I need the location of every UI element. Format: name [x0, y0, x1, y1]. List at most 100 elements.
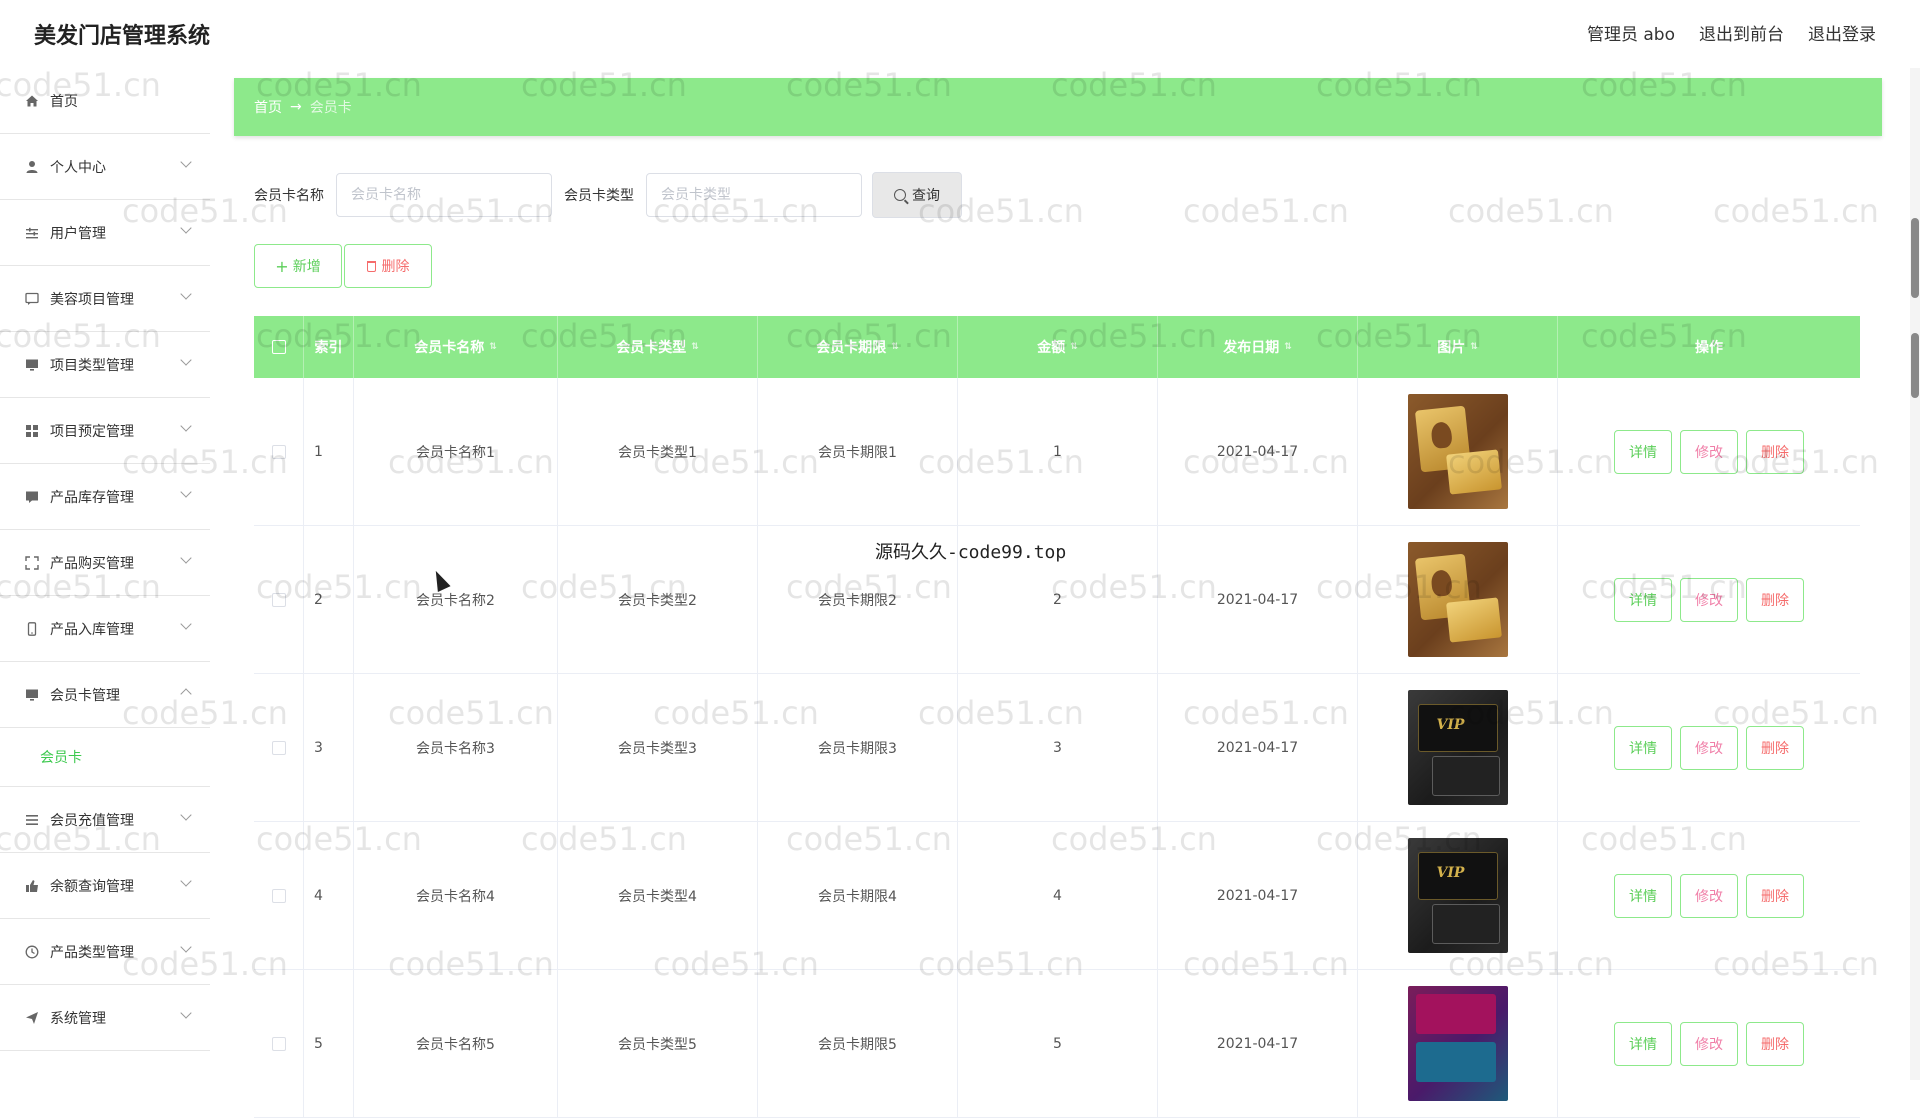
phone-icon — [24, 621, 40, 637]
detail-button[interactable]: 详情 — [1614, 873, 1672, 918]
admin-label[interactable]: 管理员 abo — [1587, 20, 1675, 45]
edit-button[interactable]: 修改 — [1680, 577, 1738, 622]
sidebar-item-reservations[interactable]: 项目预定管理 — [0, 398, 210, 464]
sidebar-item-home[interactable]: 首页 — [0, 68, 210, 134]
column-header-date[interactable]: 发布日期 ⇅ — [1158, 316, 1358, 378]
chevron-down-icon — [180, 486, 192, 498]
add-button[interactable]: + 新增 — [254, 244, 342, 288]
card-name-input[interactable] — [336, 173, 552, 217]
operations-cell: 详情 修改 删除 — [1558, 378, 1860, 525]
detail-button[interactable]: 详情 — [1614, 577, 1672, 622]
sidebar-item-inventory[interactable]: 产品库存管理 — [0, 464, 210, 530]
column-header-index: 索引 — [304, 316, 354, 378]
logout-link[interactable]: 退出登录 — [1808, 20, 1876, 45]
operations-cell: 详情 修改 删除 — [1558, 822, 1860, 969]
sidebar-item-label: 产品类型管理 — [50, 944, 134, 961]
row-checkbox[interactable] — [271, 888, 286, 903]
delete-button[interactable]: 删除 — [1746, 1021, 1804, 1066]
sidebar-item-users[interactable]: 用户管理 — [0, 200, 210, 266]
type-cell: 会员卡类型3 — [558, 674, 758, 821]
table-row: 5 会员卡名称5 会员卡类型5 会员卡期限5 5 2021-04-17 详情 修… — [254, 970, 1860, 1118]
sidebar-item-label: 美容项目管理 — [50, 291, 134, 308]
scrollbar-thumb[interactable] — [1911, 218, 1919, 298]
row-checkbox[interactable] — [271, 1036, 286, 1051]
amount-cell: 3 — [958, 674, 1158, 821]
edit-button[interactable]: 修改 — [1680, 725, 1738, 770]
sidebar: 首页 个人中心 用户管理 美容项目管理 项目类型管理 项目预定管理 产品库存管理… — [0, 68, 210, 1080]
chevron-down-icon — [180, 288, 192, 300]
query-button-label: 查询 — [912, 188, 940, 204]
detail-button[interactable]: 详情 — [1614, 429, 1672, 474]
term-cell: 会员卡期限1 — [758, 378, 958, 525]
table-row: 1 会员卡名称1 会员卡类型1 会员卡期限1 1 2021-04-17 详情 修… — [254, 378, 1860, 526]
sidebar-item-purchases[interactable]: 产品购买管理 — [0, 530, 210, 596]
chevron-down-icon — [180, 222, 192, 234]
sort-icon[interactable]: ⇅ — [489, 343, 497, 352]
sort-icon[interactable]: ⇅ — [1070, 343, 1078, 352]
top-bar: 美发门店管理系统 管理员 abo 退出到前台 退出登录 — [0, 0, 1920, 68]
table-row: 3 会员卡名称3 会员卡类型3 会员卡期限3 3 2021-04-17 详情 修… — [254, 674, 1860, 822]
name-cell: 会员卡名称4 — [354, 822, 558, 969]
breadcrumb-current: 会员卡 — [309, 100, 352, 116]
member-card-image[interactable] — [1407, 986, 1508, 1101]
sidebar-item-label: 会员充值管理 — [50, 812, 134, 829]
back-to-front-link[interactable]: 退出到前台 — [1699, 20, 1784, 45]
sort-icon[interactable]: ⇅ — [891, 343, 899, 352]
sort-icon[interactable]: ⇅ — [1470, 343, 1478, 352]
sidebar-item-system[interactable]: 系统管理 — [0, 985, 210, 1051]
delete-button[interactable]: 删除 — [1746, 725, 1804, 770]
detail-button[interactable]: 详情 — [1614, 725, 1672, 770]
sidebar-item-stock-in[interactable]: 产品入库管理 — [0, 596, 210, 662]
detail-button[interactable]: 详情 — [1614, 1021, 1672, 1066]
name-cell: 会员卡名称2 — [354, 526, 558, 673]
clock-icon — [24, 944, 40, 960]
sort-icon[interactable]: ⇅ — [691, 343, 699, 352]
search-form: 会员卡名称 会员卡类型 查询 — [254, 172, 962, 218]
scrollbar-thumb[interactable] — [1911, 333, 1919, 398]
type-cell: 会员卡类型2 — [558, 526, 758, 673]
name-cell: 会员卡名称1 — [354, 378, 558, 525]
breadcrumb-home[interactable]: 首页 — [254, 97, 282, 117]
sidebar-item-label: 系统管理 — [50, 1010, 106, 1027]
query-button[interactable]: 查询 — [872, 172, 962, 218]
sidebar-item-label: 项目类型管理 — [50, 357, 134, 374]
sort-icon[interactable]: ⇅ — [1284, 343, 1292, 352]
delete-button[interactable]: 删除 — [1746, 873, 1804, 918]
column-header-term[interactable]: 会员卡期限 ⇅ — [758, 316, 958, 378]
sidebar-item-profile[interactable]: 个人中心 — [0, 134, 210, 200]
column-header-amount[interactable]: 金额 ⇅ — [958, 316, 1158, 378]
member-card-image[interactable] — [1407, 838, 1508, 953]
sidebar-item-balance[interactable]: 余额查询管理 — [0, 853, 210, 919]
select-all-checkbox[interactable] — [271, 340, 286, 354]
member-card-image[interactable] — [1407, 542, 1508, 657]
sidebar-subitem-member-card[interactable]: 会员卡 — [0, 728, 210, 787]
delete-button[interactable]: 删除 — [1746, 577, 1804, 622]
sidebar-item-recharge[interactable]: 会员充值管理 — [0, 787, 210, 853]
action-bar: + 新增 删除 — [254, 244, 432, 288]
sidebar-item-project-types[interactable]: 项目类型管理 — [0, 332, 210, 398]
sidebar-item-beauty-projects[interactable]: 美容项目管理 — [0, 266, 210, 332]
edit-button[interactable]: 修改 — [1680, 1021, 1738, 1066]
row-select-cell — [254, 526, 304, 673]
edit-button[interactable]: 修改 — [1680, 873, 1738, 918]
delete-button[interactable]: 删除 — [1746, 429, 1804, 474]
row-select-cell — [254, 378, 304, 525]
edit-button[interactable]: 修改 — [1680, 429, 1738, 474]
page-scrollbar[interactable] — [1910, 68, 1920, 1080]
row-checkbox[interactable] — [271, 444, 286, 459]
row-checkbox[interactable] — [271, 740, 286, 755]
card-type-input[interactable] — [646, 173, 862, 217]
index-cell: 2 — [304, 526, 354, 673]
member-card-image[interactable] — [1407, 394, 1508, 509]
sidebar-item-member-cards[interactable]: 会员卡管理 — [0, 662, 210, 728]
sidebar-item-product-types[interactable]: 产品类型管理 — [0, 919, 210, 985]
batch-delete-button[interactable]: 删除 — [344, 244, 432, 288]
column-header-type[interactable]: 会员卡类型 ⇅ — [558, 316, 758, 378]
row-checkbox[interactable] — [271, 592, 286, 607]
fullscreen-icon — [24, 555, 40, 571]
member-card-image[interactable] — [1407, 690, 1508, 805]
column-header-image[interactable]: 图片 ⇅ — [1358, 316, 1558, 378]
amount-cell: 4 — [958, 822, 1158, 969]
date-cell: 2021-04-17 — [1158, 674, 1358, 821]
column-header-name[interactable]: 会员卡名称 ⇅ — [354, 316, 558, 378]
